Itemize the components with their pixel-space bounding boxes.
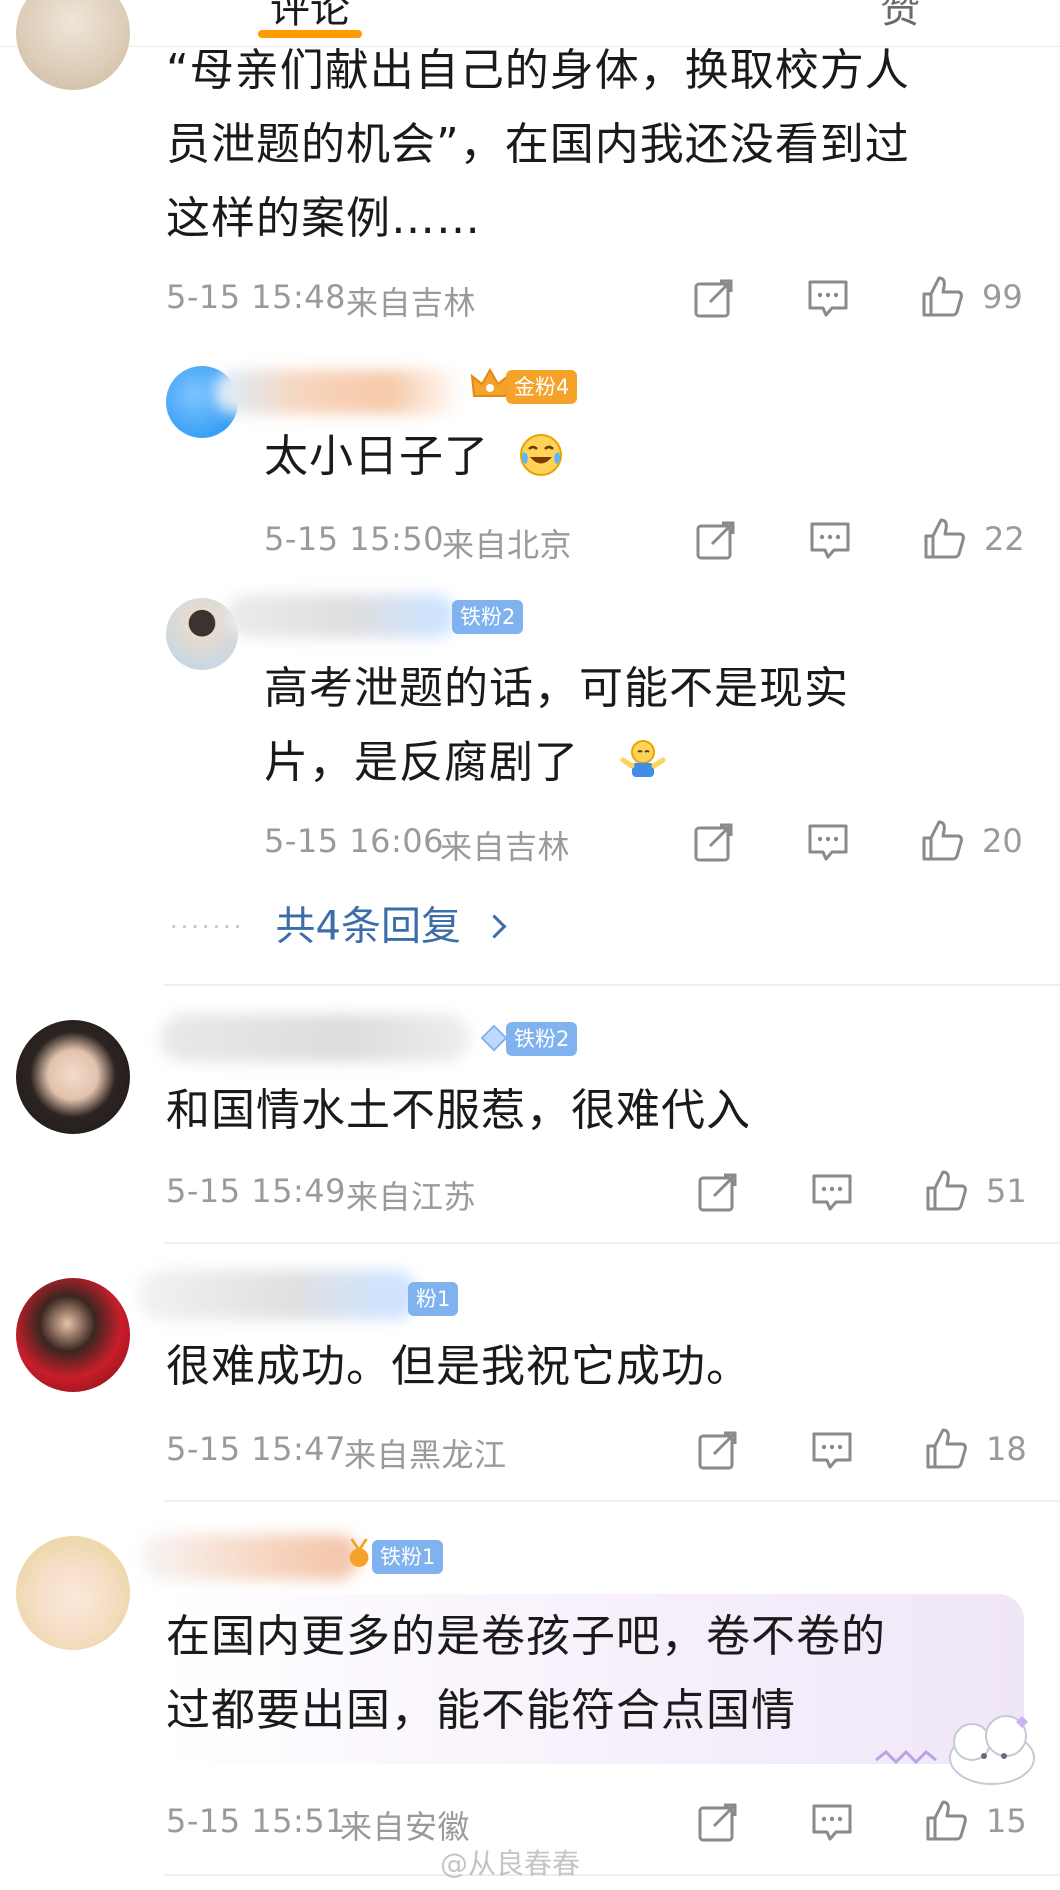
comment-time: 5-15 15:48 (166, 278, 347, 316)
divider (164, 1242, 1060, 1244)
like-count: 22 (984, 520, 1025, 558)
username-blurred[interactable] (226, 594, 456, 638)
username-blurred[interactable] (214, 370, 464, 414)
like-icon[interactable] (920, 274, 964, 318)
like-count: 15 (986, 1802, 1027, 1840)
tab-likes[interactable]: 赞 (880, 0, 920, 34)
laugh-cry-emoji (520, 434, 562, 476)
like-count: 99 (982, 278, 1023, 316)
avatar[interactable] (16, 1278, 130, 1392)
username-blurred[interactable] (160, 1014, 470, 1062)
comment-location: 来自江苏 (346, 1178, 477, 1216)
view-more-replies[interactable]: ······· 共4条回复 (170, 896, 507, 956)
fan-badge[interactable]: 铁粉1 (372, 1540, 444, 1574)
reply-time: 5-15 16:06 (264, 822, 445, 860)
share-icon[interactable] (696, 1170, 740, 1214)
share-icon[interactable] (692, 276, 736, 320)
tab-comments[interactable]: 评论 (270, 0, 350, 34)
avatar[interactable] (16, 0, 130, 90)
comment-text: 很难成功。但是我祝它成功。 (166, 1341, 751, 1392)
comment-icon[interactable] (806, 276, 850, 320)
comment-time: 5-15 15:51 (166, 1802, 347, 1840)
avatar[interactable] (16, 1020, 130, 1134)
comment-icon[interactable] (810, 1800, 854, 1844)
reply-location: 来自吉林 (440, 828, 571, 866)
comment-icon[interactable] (808, 518, 852, 562)
like-icon[interactable] (924, 1426, 968, 1470)
medal-icon (349, 1538, 369, 1567)
like-count: 20 (982, 822, 1023, 860)
watermark: @从良春春 (440, 1847, 581, 1880)
reply-location: 来自北京 (442, 526, 573, 564)
share-icon[interactable] (694, 518, 738, 562)
comment-screen: 转发 评论 赞 “母亲们献出自己的身体，换取校方人 员泄题的机会”，在国内我还没… (0, 0, 1060, 1890)
like-icon[interactable] (922, 516, 966, 560)
ellipsis-dots: ······· (170, 912, 245, 941)
comment-text: 和国情水土不服惹，很难代入 (166, 1085, 751, 1136)
share-icon[interactable] (696, 1428, 740, 1472)
fan-badge[interactable]: 铁粉2 (452, 600, 524, 634)
more-replies-label: 共4条回复 (275, 903, 461, 950)
like-icon[interactable] (924, 1798, 968, 1842)
crown-icon (470, 367, 510, 397)
chevron-right-icon (482, 914, 507, 939)
share-icon[interactable] (696, 1800, 740, 1844)
share-icon[interactable] (692, 820, 736, 864)
fan-badge[interactable]: 金粉4 (506, 370, 578, 404)
fan-badge[interactable]: 粉1 (408, 1282, 459, 1316)
like-icon[interactable] (920, 818, 964, 862)
comment-text: “母亲们献出自己的身体，换取校方人 员泄题的机会”，在国内我还没看到过 这样的案… (166, 45, 910, 244)
reply-time: 5-15 15:50 (264, 520, 445, 558)
reply-text: 高考泄题的话，可能不是现实 片，是反腐剧了 (264, 663, 849, 788)
comment-location: 来自吉林 (346, 284, 477, 322)
username-blurred[interactable] (138, 1270, 418, 1320)
avatar[interactable] (16, 1536, 130, 1650)
divider (164, 1500, 1060, 1502)
comment-icon[interactable] (810, 1170, 854, 1214)
comment-icon[interactable] (810, 1428, 854, 1472)
like-count: 18 (986, 1430, 1027, 1468)
like-icon[interactable] (924, 1168, 968, 1212)
reply-text: 太小日子了 (264, 431, 489, 482)
diamond-icon (480, 1024, 508, 1052)
comment-text: 在国内更多的是卷孩子吧，卷不卷的 过都要出国，能不能符合点国情 (166, 1611, 886, 1736)
divider (164, 984, 1060, 986)
like-count: 51 (986, 1172, 1027, 1210)
cloud-sticker-icon (875, 1715, 1035, 1785)
divider (164, 1874, 1060, 1876)
fan-badge[interactable]: 铁粉2 (506, 1022, 578, 1056)
shrug-emoji (620, 740, 666, 777)
comment-time: 5-15 15:47 (166, 1430, 347, 1468)
comment-location: 来自黑龙江 (344, 1436, 507, 1474)
username-blurred[interactable] (140, 1534, 360, 1580)
comment-icon[interactable] (806, 820, 850, 864)
comment-time: 5-15 15:49 (166, 1172, 347, 1210)
